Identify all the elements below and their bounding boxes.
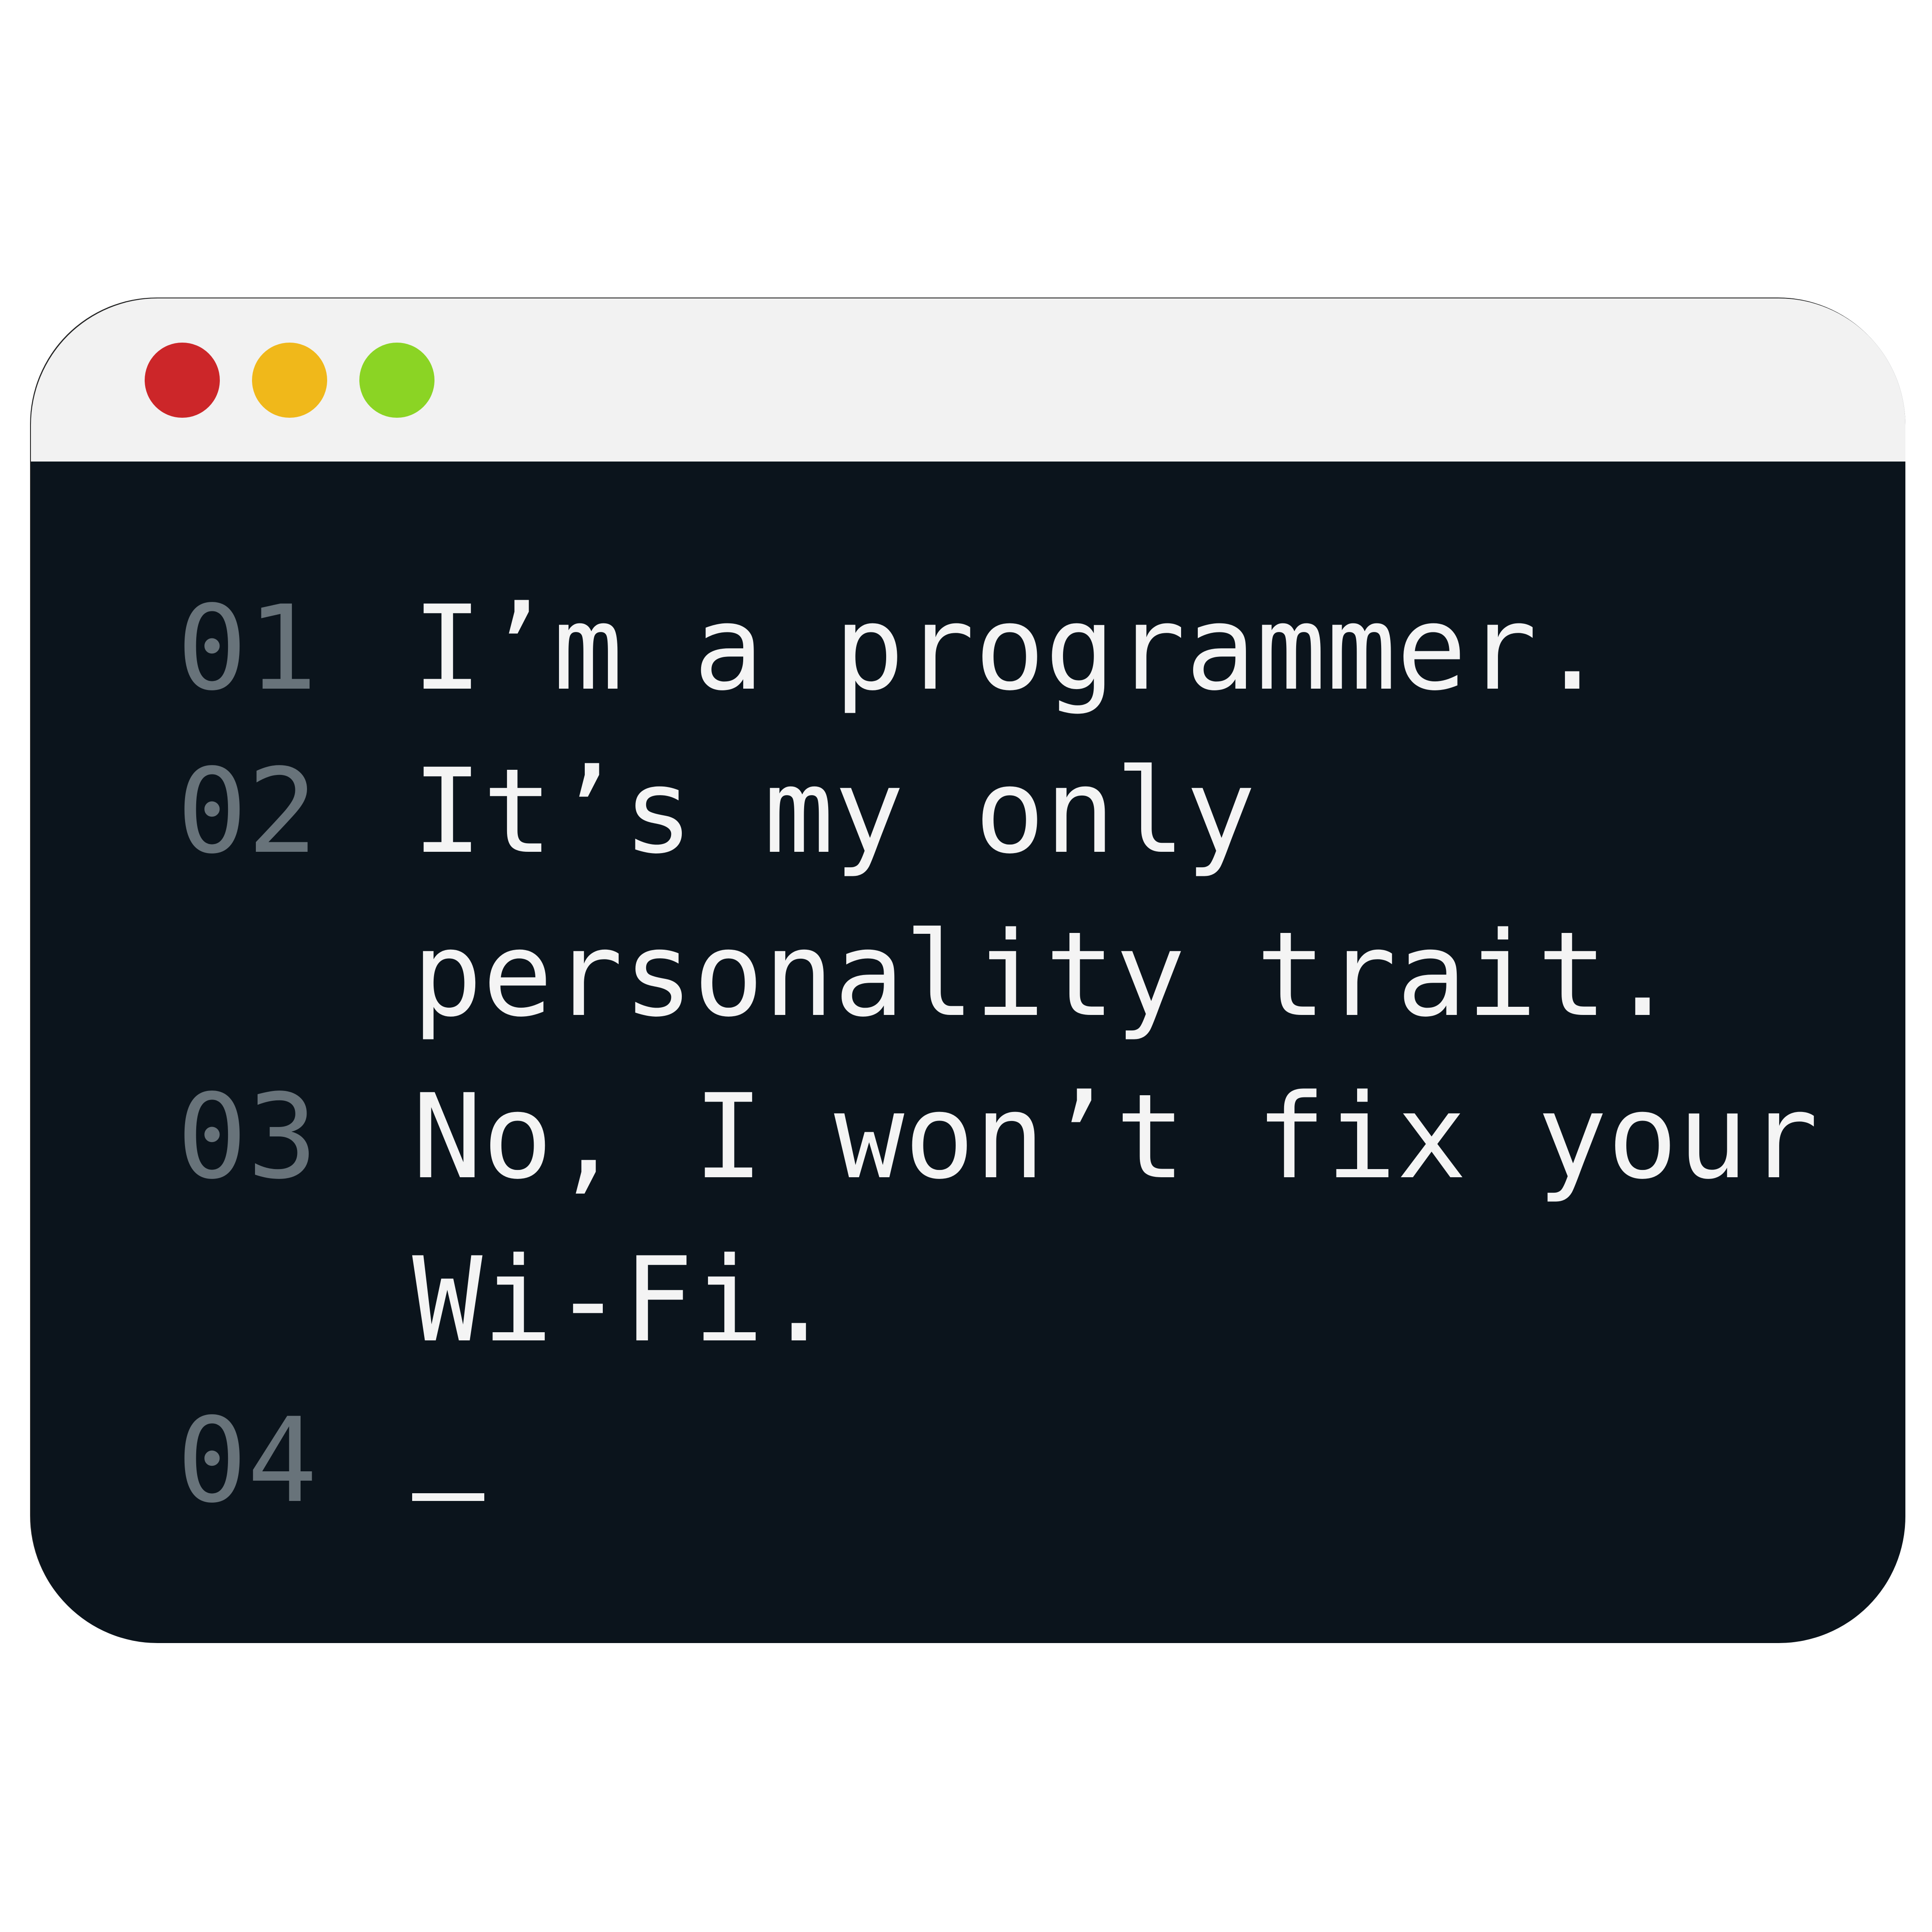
minimize-button[interactable] — [252, 343, 327, 418]
title-bar — [31, 298, 1905, 464]
line-number: 04 — [177, 1393, 318, 1529]
text-cursor — [412, 1493, 484, 1501]
code-editor[interactable]: 01 I’m a programmer. 02 It’s my only per… — [31, 464, 1905, 1643]
maximize-button[interactable] — [359, 343, 434, 418]
code-line: 02 It’s my only — [31, 730, 1905, 893]
code-line-continuation: Wi-Fi. — [31, 1219, 1905, 1382]
line-text: I’m a programmer. — [412, 581, 1607, 717]
line-text — [412, 1379, 975, 1643]
code-line: 04 — [31, 1379, 1905, 1543]
line-number: 01 — [177, 581, 318, 717]
code-line-continuation: personality trait. — [31, 893, 1905, 1057]
line-text: It’s my only — [412, 744, 1256, 880]
line-text: Wi-Fi. — [412, 1233, 834, 1368]
line-number: 03 — [177, 1069, 318, 1205]
editor-window: 01 I’m a programmer. 02 It’s my only per… — [31, 298, 1905, 1643]
line-text: personality trait. — [412, 907, 1678, 1043]
code-line: 03 No, I won’t fix your — [31, 1056, 1905, 1219]
close-button[interactable] — [145, 343, 220, 418]
line-text: No, I won’t fix your — [412, 1069, 1819, 1205]
line-number: 02 — [177, 744, 318, 880]
code-line: 01 I’m a programmer. — [31, 567, 1905, 730]
